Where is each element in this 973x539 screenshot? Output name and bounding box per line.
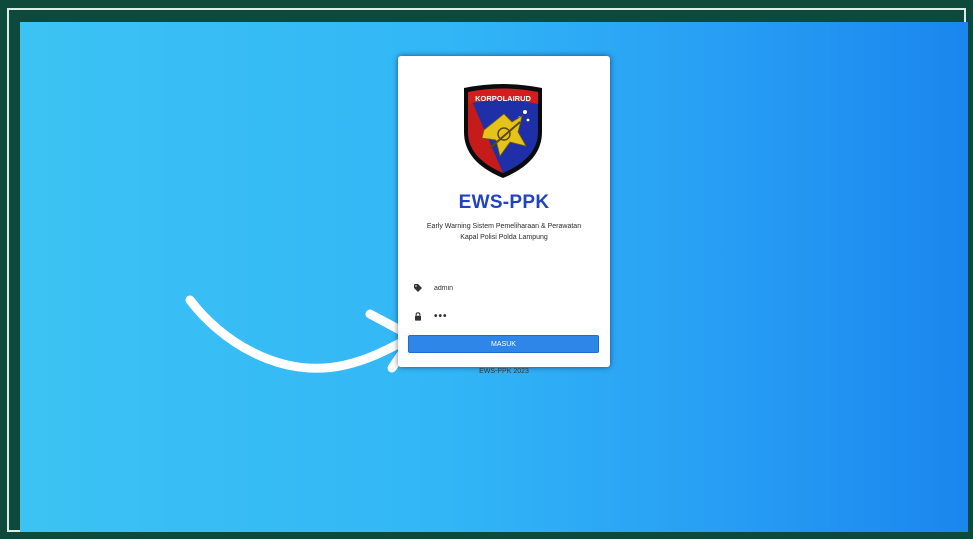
app-subtitle: Early Warning Sistem Pemeliharaan & Pera… bbox=[406, 221, 602, 243]
app-title: EWS-PPK bbox=[458, 192, 550, 213]
password-field[interactable] bbox=[412, 308, 598, 324]
masuk-button[interactable]: MASUK bbox=[408, 335, 599, 353]
subtitle-line-1: Early Warning Sistem Pemeliharaan & Pera… bbox=[426, 223, 582, 230]
login-card: KORPOLAIRUD EWS-PPK Early Warning Sistem… bbox=[398, 56, 610, 375]
footer-copyright: EWS-PPK 2023 bbox=[479, 368, 529, 375]
curved-arrow-icon bbox=[185, 295, 418, 373]
password-input[interactable] bbox=[434, 310, 584, 322]
tag-icon bbox=[412, 284, 424, 292]
window-frame: KORPOLAIRUD EWS-PPK Early Warning Sistem… bbox=[0, 0, 973, 539]
username-field[interactable] bbox=[412, 280, 598, 296]
svg-text:KORPOLAIRUD: KORPOLAIRUD bbox=[475, 94, 531, 103]
username-input[interactable] bbox=[434, 284, 584, 292]
subtitle-line-2: Kapal Polisi Polda Lampung bbox=[460, 234, 548, 241]
korpolairud-emblem-icon: KORPOLAIRUD bbox=[464, 84, 542, 178]
lock-icon bbox=[412, 311, 424, 321]
login-page-background: KORPOLAIRUD EWS-PPK Early Warning Sistem… bbox=[20, 22, 968, 532]
